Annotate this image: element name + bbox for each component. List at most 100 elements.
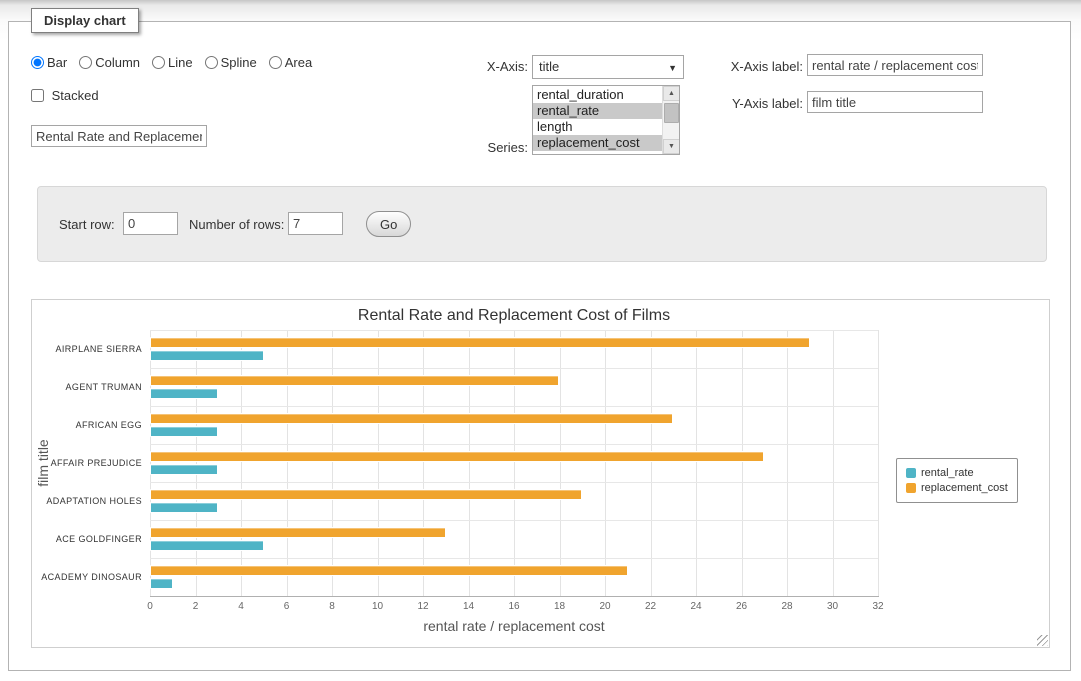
- x-tick-label: 24: [681, 601, 711, 612]
- x-tick-label: 6: [272, 601, 302, 612]
- number-of-rows-label: Number of rows:: [189, 217, 284, 232]
- chart: Rental Rate and Replacement Cost of Film…: [31, 299, 1050, 648]
- chart-type-option-area[interactable]: Area: [269, 55, 312, 70]
- scrollbar[interactable]: ▲ ▼: [662, 86, 679, 154]
- bar-replacement_cost: [150, 565, 628, 576]
- bar-replacement_cost: [150, 413, 673, 424]
- x-axis-title: rental rate / replacement cost: [150, 618, 878, 634]
- number-of-rows-input[interactable]: [288, 212, 343, 235]
- series-listbox[interactable]: rental_durationrental_ratelengthreplacem…: [532, 85, 680, 155]
- bar-replacement_cost: [150, 375, 559, 386]
- legend-item-replacement_cost[interactable]: replacement_cost: [906, 482, 1008, 494]
- chart-type-option-column[interactable]: Column: [79, 55, 140, 70]
- x-axis-select[interactable]: title ▼: [532, 55, 684, 79]
- x-tick-label: 0: [135, 601, 165, 612]
- y-gridline: [150, 444, 878, 445]
- x-gridline: [196, 330, 197, 596]
- x-gridline: [605, 330, 606, 596]
- start-row-label: Start row:: [59, 217, 115, 232]
- series-option-rental_duration[interactable]: rental_duration: [533, 87, 662, 103]
- series-option-replacement_cost[interactable]: replacement_cost: [533, 135, 662, 151]
- x-gridline: [287, 330, 288, 596]
- x-tick-label: 26: [727, 601, 757, 612]
- stacked-label: Stacked: [52, 88, 99, 103]
- stacked-checkbox[interactable]: [31, 89, 44, 102]
- bar-rental_rate: [150, 578, 173, 589]
- x-tick-label: 18: [545, 601, 575, 612]
- legend-item-rental_rate[interactable]: rental_rate: [906, 467, 1008, 479]
- radio-label: Area: [285, 55, 312, 70]
- chart-title-input[interactable]: [31, 125, 207, 147]
- category-label: AIRPLANE SIERRA: [32, 344, 142, 354]
- dropdown-arrow-icon: ▼: [668, 56, 677, 80]
- bar-rental_rate: [150, 464, 218, 475]
- x-gridline: [378, 330, 379, 596]
- x-gridline: [150, 330, 151, 596]
- bar-rental_rate: [150, 388, 218, 399]
- x-axis-line: [150, 596, 879, 597]
- stacked-checkbox-option[interactable]: Stacked: [31, 88, 99, 103]
- x-tick-label: 8: [317, 601, 347, 612]
- x-tick-label: 16: [499, 601, 529, 612]
- y-gridline: [150, 406, 878, 407]
- category-label: ACE GOLDFINGER: [32, 534, 142, 544]
- x-gridline: [742, 330, 743, 596]
- x-tick-label: 32: [863, 601, 893, 612]
- x-axis-label-input[interactable]: [807, 54, 983, 76]
- x-axis-select-label: X-Axis:: [428, 59, 528, 74]
- series-option-length[interactable]: length: [533, 119, 662, 135]
- y-gridline: [150, 558, 878, 559]
- y-gridline: [150, 330, 878, 331]
- chart-type-radio-line[interactable]: [152, 56, 165, 69]
- bar-replacement_cost: [150, 527, 446, 538]
- x-tick-label: 2: [181, 601, 211, 612]
- legend-label: replacement_cost: [921, 482, 1008, 494]
- radio-label: Column: [95, 55, 140, 70]
- x-tick-label: 14: [454, 601, 484, 612]
- x-gridline: [241, 330, 242, 596]
- panel-title: Display chart: [31, 8, 139, 33]
- x-axis-selected-value: title: [539, 59, 559, 74]
- radio-label: Line: [168, 55, 193, 70]
- bar-rental_rate: [150, 426, 218, 437]
- chart-type-option-bar[interactable]: Bar: [31, 55, 67, 70]
- x-gridline: [514, 330, 515, 596]
- x-gridline: [332, 330, 333, 596]
- chart-type-radio-bar[interactable]: [31, 56, 44, 69]
- legend-swatch: [906, 468, 916, 478]
- x-gridline: [787, 330, 788, 596]
- page: Display chart Bar Column Line Spline Area St…: [0, 0, 1081, 681]
- x-tick-label: 4: [226, 601, 256, 612]
- y-gridline: [150, 368, 878, 369]
- x-gridline: [560, 330, 561, 596]
- scroll-up-icon[interactable]: ▲: [663, 86, 680, 101]
- series-option-rental_rate[interactable]: rental_rate: [533, 103, 662, 119]
- chart-type-radio-column[interactable]: [79, 56, 92, 69]
- series-options: rental_durationrental_ratelengthreplacem…: [533, 87, 662, 151]
- chart-legend: rental_rate replacement_cost: [896, 458, 1018, 503]
- x-tick-label: 30: [818, 601, 848, 612]
- x-gridline: [651, 330, 652, 596]
- chart-type-option-spline[interactable]: Spline: [205, 55, 257, 70]
- x-gridline: [696, 330, 697, 596]
- chart-type-option-line[interactable]: Line: [152, 55, 193, 70]
- bar-replacement_cost: [150, 489, 582, 500]
- resize-handle-icon[interactable]: [1037, 635, 1048, 646]
- go-button[interactable]: Go: [366, 211, 411, 237]
- bar-rental_rate: [150, 502, 218, 513]
- y-axis-label-input[interactable]: [807, 91, 983, 113]
- chart-type-radio-area[interactable]: [269, 56, 282, 69]
- x-gridline: [423, 330, 424, 596]
- x-tick-label: 20: [590, 601, 620, 612]
- y-axis-label-caption: Y-Axis label:: [703, 96, 803, 111]
- start-row-input[interactable]: [123, 212, 178, 235]
- scroll-down-icon[interactable]: ▼: [663, 139, 680, 154]
- bar-replacement_cost: [150, 337, 810, 348]
- x-gridline: [469, 330, 470, 596]
- category-label: ACADEMY DINOSAUR: [32, 572, 142, 582]
- chart-type-radio-spline[interactable]: [205, 56, 218, 69]
- x-axis-label-caption: X-Axis label:: [703, 59, 803, 74]
- y-gridline: [150, 482, 878, 483]
- x-gridline: [833, 330, 834, 596]
- scrollbar-thumb[interactable]: [664, 103, 679, 123]
